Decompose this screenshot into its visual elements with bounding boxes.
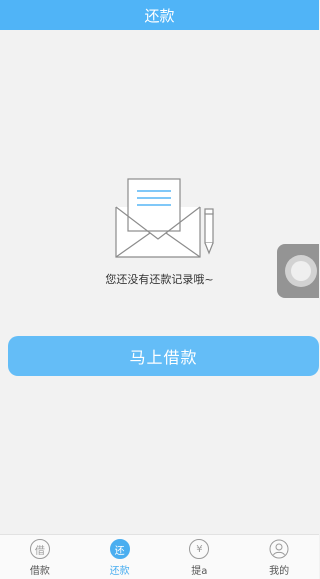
bottom-tab-bar: 借 借款 还 还款 ¥ 提a 我的 <box>0 534 319 579</box>
tab-profile-label: 我的 <box>269 566 290 577</box>
assistive-touch-core <box>291 261 311 281</box>
yen-icon: ¥ <box>189 539 210 559</box>
repayment-page: 还款 您还没有还款记录哦~ 马上借款 借 借款 还 还款 ¥ 提a 我的 <box>0 0 319 579</box>
profile-icon <box>269 539 289 559</box>
header-bar: 还款 <box>0 0 319 30</box>
tab-withdraw[interactable]: ¥ 提a <box>160 535 240 579</box>
tab-repay-label: 还款 <box>109 566 130 577</box>
empty-envelope-icon <box>115 178 214 258</box>
empty-state-message: 您还没有还款记录哦~ <box>105 273 214 286</box>
tab-repay[interactable]: 还 还款 <box>80 535 160 579</box>
tab-profile[interactable]: 我的 <box>239 535 319 579</box>
tab-withdraw-label: 提a <box>191 566 208 577</box>
assistive-touch-button[interactable] <box>277 244 319 298</box>
tab-borrow-label: 借款 <box>29 566 50 577</box>
borrow-icon: 借 <box>29 539 50 559</box>
page-title: 还款 <box>144 6 175 25</box>
tab-borrow[interactable]: 借 借款 <box>0 535 80 579</box>
borrow-now-button[interactable]: 马上借款 <box>8 336 319 376</box>
repay-icon: 还 <box>109 539 130 559</box>
